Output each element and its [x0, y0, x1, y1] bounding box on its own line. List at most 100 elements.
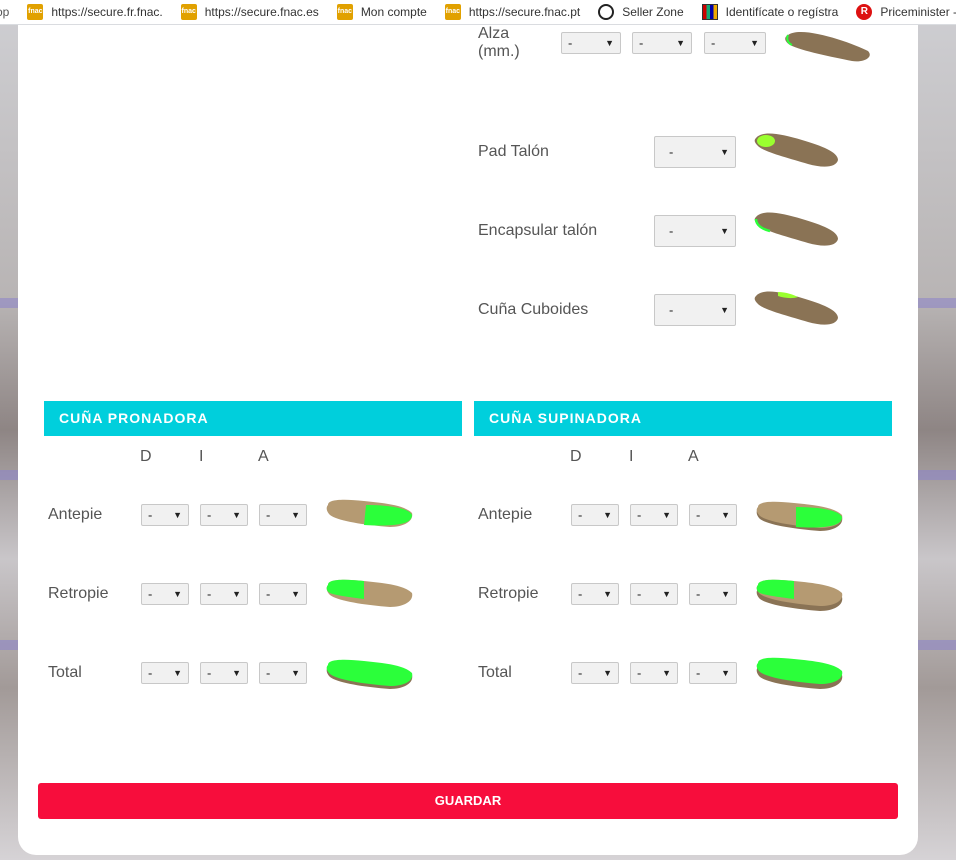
supinadora-antepie-d[interactable]: - ▼	[571, 504, 619, 526]
bookmark-item[interactable]: fnac https://secure.fnac.es	[180, 4, 319, 20]
dropdown-arrow-icon: ▼	[291, 668, 300, 678]
select-value: -	[637, 665, 642, 681]
supinadora-total-i[interactable]: - ▼	[630, 662, 678, 684]
supinadora-retropie-a[interactable]: - ▼	[689, 583, 737, 605]
bookmark-item[interactable]: Identifícate o regístra	[701, 4, 839, 20]
dropdown-arrow-icon: ▼	[603, 589, 612, 599]
dropdown-arrow-icon: ▼	[173, 510, 182, 520]
rakuten-icon: R	[856, 4, 873, 20]
dropdown-arrow-icon: ▼	[662, 589, 671, 599]
bookmarks-bar: op fnac https://secure.fr.fnac. fnac https…	[0, 0, 956, 25]
bookmark-item[interactable]: fnac Mon compte	[336, 4, 427, 20]
column-header-i: I	[629, 448, 634, 465]
insole-pronadora-antepie-image	[326, 499, 413, 527]
pronadora-retropie-a[interactable]: - ▼	[259, 583, 307, 605]
dropdown-arrow-icon: ▼	[232, 589, 241, 599]
select-value: -	[711, 35, 716, 51]
bookmark-item[interactable]: R Priceminister -	[856, 4, 956, 20]
bookmark-item[interactable]: Seller Zone	[598, 4, 684, 20]
column-header-i: I	[199, 448, 204, 465]
pronadora-retropie-d[interactable]: - ▼	[141, 583, 189, 605]
alza-select-d[interactable]: - ▼	[561, 32, 621, 54]
pronadora-header: CUÑA PRONADORA	[44, 401, 462, 436]
dropdown-arrow-icon: ▼	[721, 510, 730, 520]
cuna-cuboides-label: Cuña Cuboides	[478, 301, 589, 318]
select-value: -	[266, 665, 271, 681]
alza-select-a[interactable]: - ▼	[704, 32, 766, 54]
form-panel: Alza (mm.) - ▼ - ▼ - ▼ Pad Talón - ▼ Encapsu…	[18, 25, 918, 855]
select-value: -	[207, 665, 212, 681]
supinadora-retropie-d[interactable]: - ▼	[571, 583, 619, 605]
insole-alza-image	[785, 32, 870, 62]
row-label-retropie: Retropie	[478, 585, 539, 602]
bookmark-label: op	[0, 5, 10, 19]
select-value: -	[148, 507, 153, 523]
dropdown-arrow-icon: ▼	[605, 38, 614, 48]
select-value: -	[568, 35, 573, 51]
encapsular-talon-label: Encapsular talón	[478, 222, 598, 239]
pronadora-total-d[interactable]: - ▼	[141, 662, 189, 684]
select-value: -	[207, 507, 212, 523]
select-value: -	[637, 586, 642, 602]
pad-talon-select[interactable]: - ▼	[654, 136, 736, 168]
bookmark-item[interactable]: fnac https://secure.fr.fnac.	[27, 4, 163, 20]
cuna-cuboides-select[interactable]: - ▼	[654, 294, 736, 326]
insole-encapsular-talon-image	[754, 212, 838, 246]
dropdown-arrow-icon: ▼	[662, 510, 671, 520]
supinadora-antepie-a[interactable]: - ▼	[689, 504, 737, 526]
column-header-a: A	[688, 448, 699, 465]
select-value: -	[266, 586, 271, 602]
select-value: -	[266, 507, 271, 523]
dropdown-arrow-icon: ▼	[603, 510, 612, 520]
insole-pronadora-retropie-image	[326, 579, 413, 607]
encapsular-talon-select[interactable]: - ▼	[654, 215, 736, 247]
insole-cuna-cuboides-image	[754, 291, 838, 325]
select-value: -	[669, 144, 674, 160]
dropdown-arrow-icon: ▼	[720, 226, 729, 236]
row-label-retropie: Retropie	[48, 585, 109, 602]
supinadora-header: CUÑA SUPINADORA	[474, 401, 892, 436]
alza-select-i[interactable]: - ▼	[632, 32, 692, 54]
pronadora-antepie-d[interactable]: - ▼	[141, 504, 189, 526]
dropdown-arrow-icon: ▼	[232, 668, 241, 678]
dropdown-arrow-icon: ▼	[721, 589, 730, 599]
row-label-total: Total	[48, 664, 82, 681]
alza-label: Alza (mm.)	[478, 25, 520, 60]
select-value: -	[148, 665, 153, 681]
bookmark-item[interactable]: op	[0, 5, 9, 19]
bookmark-label: Identifícate o regístra	[725, 5, 839, 19]
guardar-button[interactable]: GUARDAR	[38, 783, 898, 819]
select-value: -	[578, 665, 583, 681]
dropdown-arrow-icon: ▼	[676, 38, 685, 48]
pronadora-retropie-i[interactable]: - ▼	[200, 583, 248, 605]
pronadora-antepie-a[interactable]: - ▼	[259, 504, 307, 526]
dropdown-arrow-icon: ▼	[750, 38, 759, 48]
select-value: -	[637, 507, 642, 523]
select-value: -	[669, 223, 674, 239]
bookmark-item[interactable]: fnac https://secure.fnac.pt	[444, 4, 581, 20]
supinadora-total-d[interactable]: - ▼	[571, 662, 619, 684]
seller-zone-icon	[598, 4, 615, 20]
select-value: -	[696, 665, 701, 681]
pronadora-total-a[interactable]: - ▼	[259, 662, 307, 684]
supinadora-retropie-i[interactable]: - ▼	[630, 583, 678, 605]
fnac-icon: fnac	[27, 4, 44, 20]
dropdown-arrow-icon: ▼	[720, 147, 729, 157]
row-label-total: Total	[478, 664, 512, 681]
pronadora-antepie-i[interactable]: - ▼	[200, 504, 248, 526]
pronadora-total-i[interactable]: - ▼	[200, 662, 248, 684]
fnac-icon: fnac	[180, 4, 197, 20]
supinadora-antepie-i[interactable]: - ▼	[630, 504, 678, 526]
bookmark-label: Seller Zone	[622, 5, 684, 19]
insole-supinadora-total-image	[756, 657, 843, 689]
insole-pronadora-total-image	[326, 659, 413, 689]
select-value: -	[639, 35, 644, 51]
fnac-icon: fnac	[444, 4, 461, 20]
select-value: -	[578, 586, 583, 602]
bookmark-label: https://secure.fnac.pt	[468, 5, 581, 19]
dropdown-arrow-icon: ▼	[173, 589, 182, 599]
supinadora-total-a[interactable]: - ▼	[689, 662, 737, 684]
insole-supinadora-retropie-image	[756, 579, 843, 611]
select-value: -	[669, 302, 674, 318]
insole-pad-talon-image	[754, 133, 838, 167]
